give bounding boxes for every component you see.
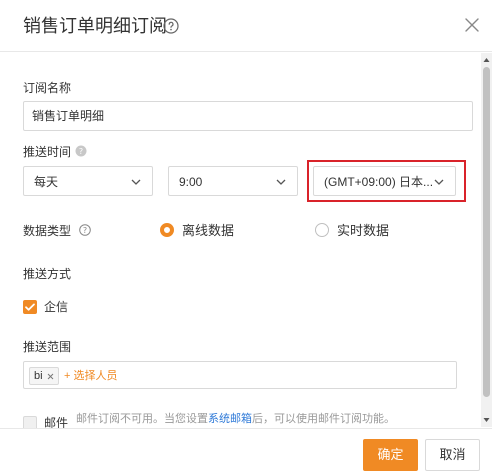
help-icon[interactable]: ? [79, 224, 91, 236]
mail-note: 邮件订阅不可用。当您设置系统邮箱后，可以使用邮件订阅功能。 [76, 411, 395, 427]
frequency-value: 每天 [34, 175, 59, 189]
frequency-select[interactable]: 每天 [23, 166, 153, 196]
dialog-footer: 确定 取消 [0, 428, 492, 476]
wecom-checkbox[interactable] [23, 300, 37, 314]
push-range-label: 推送范围 [23, 340, 72, 354]
svg-text:?: ? [83, 226, 87, 235]
scrollbar-thumb[interactable] [483, 67, 490, 397]
data-type-label-text: 数据类型 [23, 224, 72, 238]
check-icon [25, 303, 35, 311]
radio-realtime-data[interactable]: 实时数据 [315, 220, 389, 239]
radio-circle [160, 222, 174, 237]
subscription-name-label: 订阅名称 [23, 81, 72, 95]
vertical-scrollbar[interactable] [481, 53, 492, 427]
wecom-label: 企信 [44, 300, 69, 314]
recipient-tag-text: bi [34, 370, 43, 382]
time-value: 9:00 [179, 175, 203, 189]
chevron-down-icon [131, 179, 141, 185]
radio-circle [315, 222, 329, 237]
scroll-up-icon[interactable] [483, 56, 490, 64]
help-icon[interactable] [163, 18, 179, 34]
scroll-down-icon[interactable] [483, 416, 490, 424]
confirm-button[interactable]: 确定 [363, 439, 418, 471]
highlight-box [307, 160, 466, 202]
data-type-label: 数据类型? [23, 223, 91, 239]
remove-tag-icon[interactable] [47, 373, 54, 380]
close-icon[interactable] [463, 16, 481, 34]
push-method-label: 推送方式 [23, 267, 72, 281]
mail-note-after: 后，可以使用邮件订阅功能。 [252, 413, 395, 425]
recipient-tag: bi [29, 367, 59, 385]
select-people-link[interactable]: + 选择人员 [64, 368, 117, 384]
radio-realtime-label: 实时数据 [337, 223, 390, 238]
system-mailbox-link[interactable]: 系统邮箱 [208, 413, 252, 425]
chevron-down-icon [276, 179, 286, 185]
radio-offline-data[interactable]: 离线数据 [160, 220, 234, 239]
push-time-label: 推送时间? [23, 144, 87, 160]
dialog-header: 销售订单明细订阅 [0, 0, 492, 52]
push-time-label-text: 推送时间 [23, 145, 72, 159]
dialog-title: 销售订单明细订阅 [23, 16, 167, 36]
svg-text:?: ? [79, 147, 83, 156]
mail-note-before: 邮件订阅不可用。当您设置 [76, 413, 208, 425]
subscription-name-input[interactable]: 销售订单明细 [23, 101, 473, 131]
radio-offline-label: 离线数据 [182, 223, 235, 238]
help-icon[interactable]: ? [75, 145, 87, 157]
cancel-button[interactable]: 取消 [425, 439, 480, 471]
subscription-dialog: 销售订单明细订阅 订阅名称 销售订单明细 推送时间? 每天 9:00 (GMT+… [0, 0, 492, 476]
push-range-field[interactable]: bi + 选择人员 [23, 361, 457, 389]
time-select[interactable]: 9:00 [168, 166, 298, 196]
